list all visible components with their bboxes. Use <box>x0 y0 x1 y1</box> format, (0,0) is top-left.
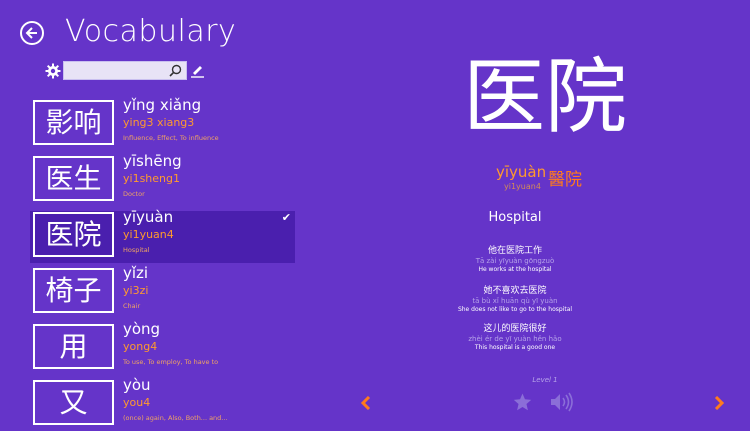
word-hanzi-tile: 椅子 <box>33 268 114 313</box>
word-definition: (once) again, Also, Both... and... <box>123 414 228 422</box>
word-list-item[interactable]: 用 yòng yong4 To use, To employ, To have to <box>30 320 295 375</box>
word-definition: Chair <box>123 302 141 310</box>
word-pinyin: yīyuàn <box>123 208 174 226</box>
word-pinyin: yǐzi <box>123 264 149 282</box>
word-pinyin: yǐng xiǎng <box>123 96 202 114</box>
example-english: He works at the hospital <box>478 266 552 273</box>
word-list-item[interactable]: 医生 yīshēng yi1sheng1 Doctor <box>30 152 295 207</box>
search-box <box>63 61 187 80</box>
word-definition: Hospital <box>123 246 150 254</box>
level-label: Level 1 <box>532 376 558 384</box>
word-list-item[interactable]: 医院 yīyuàn yi1yuan4 Hospital ✔ <box>30 208 295 263</box>
word-list-item[interactable]: 椅子 yǐzi yi3zi Chair <box>30 264 295 319</box>
word-hanzi-tile: 医院 <box>33 212 114 257</box>
example-sentence: 他在医院工作 Tā zài yīyuàn gōngzuò He works at… <box>415 243 615 273</box>
word-numbered-pinyin: yong4 <box>123 340 158 353</box>
example-pinyin: tā bù xǐ huān qù yī yuàn <box>472 297 558 305</box>
detail-hanzi: 医院 <box>462 50 627 145</box>
detail-traditional: 醫院 <box>548 170 582 190</box>
word-pinyin: yòu <box>123 376 151 394</box>
detail-meaning: Hospital <box>488 210 542 225</box>
word-list-item[interactable]: 又 yòu you4 (once) again, Also, Both... and.… <box>30 376 295 431</box>
speaker-icon[interactable] <box>549 392 575 412</box>
word-hanzi-tile: 医生 <box>33 156 114 201</box>
word-pinyin: yòng <box>123 320 161 338</box>
example-english: She does not like to go to the hospital <box>457 306 573 313</box>
word-numbered-pinyin: yi1yuan4 <box>123 228 174 241</box>
example-chinese: 这儿的医院很好 <box>483 324 547 334</box>
gear-icon[interactable] <box>45 63 61 79</box>
page-title: Vocabulary <box>65 14 237 49</box>
word-numbered-pinyin: you4 <box>123 396 151 409</box>
star-icon[interactable] <box>513 393 532 411</box>
next-arrow-icon[interactable] <box>713 396 725 410</box>
back-button[interactable] <box>20 21 44 45</box>
word-hanzi-tile: 又 <box>33 380 114 425</box>
word-definition: Influence, Effect, To influence <box>123 134 219 142</box>
word-hanzi-tile: 影响 <box>33 100 114 145</box>
example-sentence: 这儿的医院很好 zhèi ér de yī yuàn hěn hǎo This … <box>415 321 615 351</box>
prev-arrow-icon[interactable] <box>360 396 372 410</box>
detail-pinyin: yīyuàn <box>496 163 547 181</box>
search-input[interactable] <box>64 62 174 79</box>
word-numbered-pinyin: yi1sheng1 <box>123 172 180 185</box>
detail-numbered-pinyin: yi1yuan4 <box>504 182 541 191</box>
word-list-item[interactable]: 影响 yǐng xiǎng ying3 xiang3 Influence, Effec… <box>30 96 295 151</box>
check-icon: ✔ <box>281 211 291 224</box>
word-numbered-pinyin: ying3 xiang3 <box>123 116 195 129</box>
word-definition: Doctor <box>123 190 145 198</box>
word-numbered-pinyin: yi3zi <box>123 284 149 297</box>
example-sentence: 她不喜欢去医院 tā bù xǐ huān qù yī yuàn She doe… <box>415 283 615 313</box>
example-chinese: 她不喜欢去医院 <box>483 286 547 296</box>
search-icon[interactable] <box>169 64 182 77</box>
example-pinyin: Tā zài yīyuàn gōngzuò <box>475 257 555 265</box>
word-pinyin: yīshēng <box>123 152 182 170</box>
edit-icon[interactable] <box>190 63 205 78</box>
word-definition: To use, To employ, To have to <box>123 358 219 366</box>
example-pinyin: zhèi ér de yī yuàn hěn hǎo <box>468 335 562 343</box>
example-english: This hospital is a good one <box>474 344 556 351</box>
back-arrow-icon <box>25 27 37 39</box>
word-hanzi-tile: 用 <box>33 324 114 369</box>
example-chinese: 他在医院工作 <box>487 246 542 256</box>
